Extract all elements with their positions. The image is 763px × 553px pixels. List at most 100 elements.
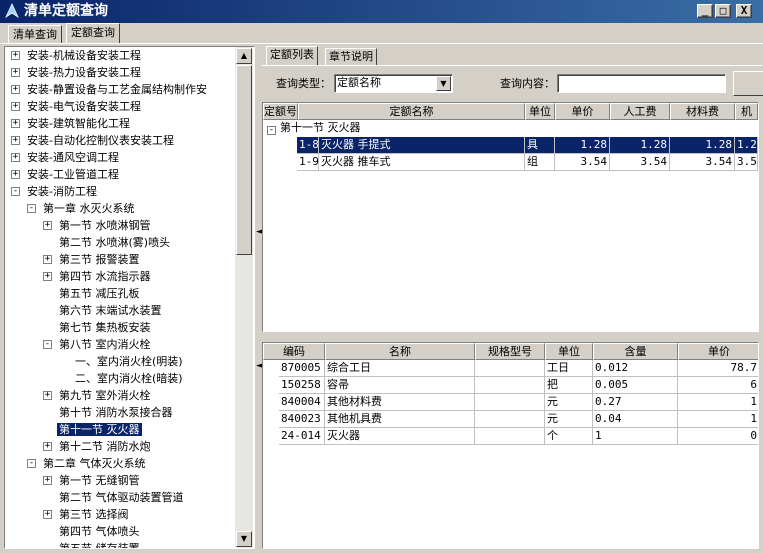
tree-scrollbar[interactable]: ▲ ▼ xyxy=(235,47,253,548)
quota-list-grid[interactable]: 定额号 定额名称 单位 单价 人工费 材料费机 - 第十一节 灭火器 1-8 灭火器 手提式具 1… xyxy=(262,102,759,332)
collapse-icon[interactable]: - xyxy=(43,340,52,349)
expand-icon[interactable]: + xyxy=(43,442,52,451)
tree-item[interactable]: 第七节 集热板安装 xyxy=(57,319,153,336)
tree-item[interactable]: 第五节 储存装置 xyxy=(57,540,142,548)
tree-item[interactable]: 第四节 水流指示器 xyxy=(57,268,153,285)
column-header[interactable]: 单位 xyxy=(545,343,593,360)
query-button[interactable] xyxy=(733,71,763,96)
expand-icon[interactable]: + xyxy=(43,221,52,230)
column-header[interactable]: 机 xyxy=(735,103,758,120)
tree-item[interactable]: 安装-机械设备安装工程 xyxy=(25,47,143,64)
query-content-input[interactable] xyxy=(557,74,726,93)
table-cell: 0.27 xyxy=(593,394,678,411)
table-cell: 1-8 xyxy=(297,137,319,154)
table-cell: 灭火器 手提式 xyxy=(319,137,525,154)
tree-item[interactable]: 安装-建筑智能化工程 xyxy=(25,115,132,132)
column-header[interactable]: 材料费 xyxy=(670,103,735,120)
chapter-tree[interactable]: + 安装-机械设备安装工程 + 安装-热力设备安装工程 + 安装-静置设备与工艺金属结构制… xyxy=(4,46,255,549)
collapse-icon[interactable]: - xyxy=(27,459,36,468)
tree-item[interactable]: 第十节 消防水泵接合器 xyxy=(57,404,175,421)
scroll-down-icon[interactable]: ▼ xyxy=(236,531,252,547)
collapse-icon[interactable]: - xyxy=(11,187,20,196)
table-cell: 1 xyxy=(678,411,758,428)
tree-item[interactable]: 第二节 水喷淋(雾)喷头 xyxy=(57,234,172,251)
expand-icon[interactable]: + xyxy=(43,510,52,519)
collapse-icon[interactable]: - xyxy=(27,204,36,213)
tree-item[interactable]: 第六节 末端试水装置 xyxy=(57,302,164,319)
tree-item-label: 第九节 室外消火栓 xyxy=(59,389,151,402)
collapse-icon[interactable]: - xyxy=(267,126,276,135)
tree-item[interactable]: 安装-工业管道工程 xyxy=(25,166,121,183)
tree-item[interactable]: 第三节 选择阀 xyxy=(57,506,131,523)
column-header[interactable]: 含量 xyxy=(593,343,678,360)
tree-item[interactable]: 第二章 气体灭火系统 xyxy=(41,455,148,472)
chevron-down-icon[interactable]: ▼ xyxy=(436,76,451,91)
column-header[interactable]: 规格型号 xyxy=(475,343,545,360)
minimize-button[interactable]: _ xyxy=(697,4,713,18)
expand-icon[interactable]: + xyxy=(43,272,52,281)
tree-item[interactable]: 第二节 气体驱动装置管道 xyxy=(57,489,186,506)
maximize-button[interactable]: □ xyxy=(715,4,731,18)
column-header[interactable]: 定额名称 xyxy=(298,103,525,120)
tree-item[interactable]: 二、室内消火栓(暗装) xyxy=(73,370,185,387)
tab-quota-list[interactable]: 定额列表 xyxy=(266,46,318,66)
table-cell: 1.2 xyxy=(735,137,758,154)
column-header[interactable]: 名称 xyxy=(325,343,475,360)
expand-icon[interactable]: + xyxy=(11,68,20,77)
column-header[interactable]: 人工费 xyxy=(610,103,670,120)
column-header[interactable]: 编码 xyxy=(263,343,325,360)
query-type-select[interactable]: 定额名称 ▼ xyxy=(334,74,453,93)
expand-icon[interactable]: + xyxy=(11,85,20,94)
expand-icon[interactable]: + xyxy=(11,51,20,60)
tree-item[interactable]: 安装-消防工程 xyxy=(25,183,99,200)
tree-item[interactable]: 安装-电气设备安装工程 xyxy=(25,98,143,115)
table-cell: 3.54 xyxy=(555,154,610,171)
column-header[interactable]: 定额号 xyxy=(263,103,298,120)
table-cell: 1.28 xyxy=(555,137,610,154)
table-cell: 把 xyxy=(545,377,593,394)
close-button[interactable]: X xyxy=(736,4,752,18)
table-cell: 其他材料费 xyxy=(325,394,475,411)
tree-item-label: 安装-通风空调工程 xyxy=(27,151,119,164)
tree-item[interactable]: 第十一节 灭火器 xyxy=(57,421,142,438)
tree-item[interactable]: 一、室内消火栓(明装) xyxy=(73,353,185,370)
tree-item[interactable]: 安装-自动化控制仪表安装工程 xyxy=(25,132,176,149)
tab-quota-query[interactable]: 定额查询 xyxy=(66,23,120,44)
scroll-thumb[interactable] xyxy=(236,65,252,255)
tree-item[interactable]: 第四节 气体喷头 xyxy=(57,523,142,540)
tree-item[interactable]: 第八节 室内消火栓 xyxy=(57,336,153,353)
column-header[interactable]: 单价 xyxy=(678,343,758,360)
tree-item-label: 第十节 消防水泵接合器 xyxy=(59,406,173,419)
column-header[interactable]: 单价 xyxy=(555,103,610,120)
table-cell: 6 xyxy=(678,377,758,394)
expand-icon[interactable]: + xyxy=(11,119,20,128)
expand-icon[interactable]: + xyxy=(11,170,20,179)
scroll-up-icon[interactable]: ▲ xyxy=(236,48,252,64)
tab-bill-query[interactable]: 清单查询 xyxy=(8,25,62,44)
table-cell: 0 xyxy=(678,428,758,445)
tab-section-notes[interactable]: 章节说明 xyxy=(325,48,377,66)
expand-icon[interactable]: + xyxy=(11,136,20,145)
expand-icon[interactable]: + xyxy=(43,391,52,400)
expand-icon[interactable]: + xyxy=(43,476,52,485)
tree-item[interactable]: 第一节 无缝钢管 xyxy=(57,472,142,489)
query-type-label: 查询类型： xyxy=(276,77,331,90)
expand-icon[interactable]: + xyxy=(43,255,52,264)
tree-item[interactable]: 安装-静置设备与工艺金属结构制作安 xyxy=(25,81,209,98)
table-cell: 灭火器 xyxy=(325,428,475,445)
expand-icon[interactable]: + xyxy=(11,153,20,162)
tree-item[interactable]: 安装-热力设备安装工程 xyxy=(25,64,143,81)
tree-item[interactable]: 第九节 室外消火栓 xyxy=(57,387,153,404)
tree-item[interactable]: 第一节 水喷淋钢管 xyxy=(57,217,153,234)
tree-item[interactable]: 第一章 水灭火系统 xyxy=(41,200,137,217)
column-header[interactable]: 单位 xyxy=(525,103,555,120)
group-row[interactable]: - 第十一节 灭火器 xyxy=(267,120,361,137)
table-cell: 840004 xyxy=(279,394,325,411)
resource-consumption-grid[interactable]: 编码 名称 规格型号 单位 含量 单价 870005 综合工日 工日 0.012 78.7 1502… xyxy=(262,342,759,549)
tree-item[interactable]: 第十二节 消防水炮 xyxy=(57,438,153,455)
window-title: 清单定额查询 xyxy=(24,3,108,19)
expand-icon[interactable]: + xyxy=(11,102,20,111)
tree-item[interactable]: 第五节 减压孔板 xyxy=(57,285,142,302)
tree-item[interactable]: 安装-通风空调工程 xyxy=(25,149,121,166)
tree-item[interactable]: 第三节 报警装置 xyxy=(57,251,142,268)
